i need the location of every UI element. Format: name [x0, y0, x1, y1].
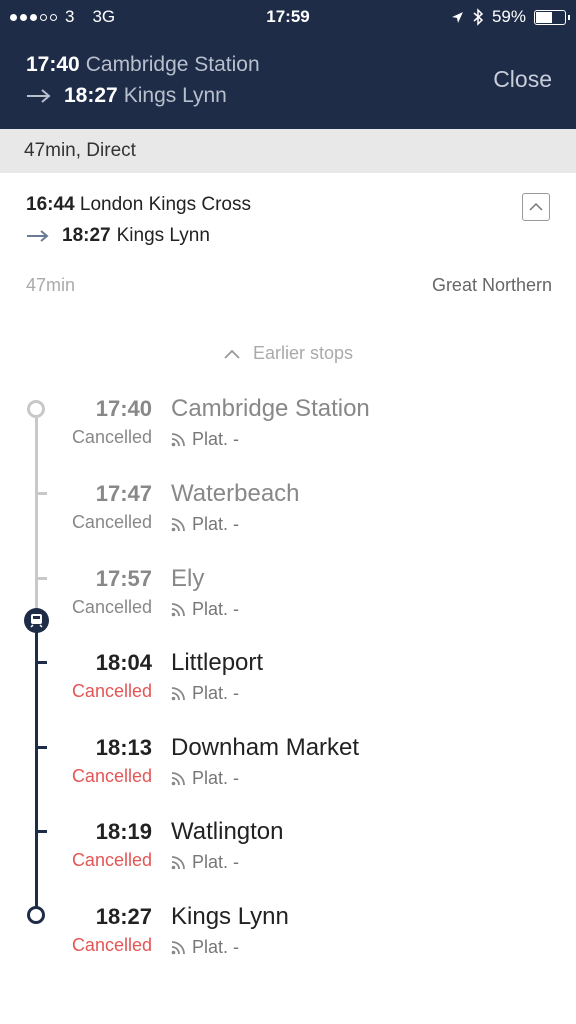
stop-platform: Plat. - [171, 768, 239, 789]
live-feed-icon [171, 603, 185, 617]
live-feed-icon [171, 772, 185, 786]
location-icon [452, 11, 463, 23]
stop-time: 17:47 [95, 481, 152, 506]
stop-row[interactable]: 17:47 Waterbeach Cancelled Plat. - [0, 480, 576, 561]
stop-status: Cancelled [71, 427, 152, 447]
platform-label: Plat. - [192, 429, 240, 449]
header-bar: 3 3G 17:59 59% 17:40 Cambridge Station 18… [0, 0, 576, 129]
platform-label: Plat. - [192, 683, 240, 703]
header-depart-time: 17:40 [26, 53, 80, 76]
status-bar: 3 3G 17:59 59% [0, 0, 576, 34]
train-operator: Great Northern [431, 275, 552, 295]
live-feed-icon [171, 518, 185, 532]
header-arrive-time: 18:27 [64, 84, 118, 107]
live-feed-icon [171, 856, 185, 870]
chevron-up-icon [224, 349, 240, 359]
stop-time: 18:19 [95, 819, 152, 844]
stop-row[interactable]: 17:57 Ely Cancelled Plat. - [0, 565, 576, 646]
stop-name: Ely [171, 565, 205, 592]
dest-station: Kings Lynn [116, 225, 210, 246]
stop-status: Cancelled [71, 597, 152, 617]
stop-platform: Plat. - [171, 937, 239, 958]
close-button[interactable]: Close [493, 66, 552, 93]
stop-row[interactable]: 18:13 Downham Market Cancelled Plat. - [0, 734, 576, 815]
stop-time: 18:27 [95, 904, 152, 929]
journey-origin: 16:44 London Kings Cross [26, 194, 251, 216]
chevron-up-icon [529, 202, 543, 211]
stop-name: Cambridge Station [171, 395, 370, 422]
earlier-stops-label: Earlier stops [252, 343, 354, 363]
stop-name: Waterbeach [171, 480, 300, 507]
stop-row[interactable]: 18:27 Kings Lynn Cancelled Plat. - [0, 903, 576, 984]
journey-destination: 18:27 Kings Lynn [26, 225, 210, 247]
live-feed-icon [171, 433, 185, 447]
arrow-right-icon [27, 89, 51, 103]
stop-name: Kings Lynn [171, 903, 289, 930]
live-feed-icon [171, 941, 185, 955]
stop-platform: Plat. - [171, 599, 239, 620]
stop-status: Cancelled [71, 850, 152, 870]
stop-name: Littleport [171, 649, 264, 676]
bluetooth-icon [473, 8, 484, 26]
stop-name: Downham Market [171, 734, 360, 761]
origin-time: 16:44 [26, 194, 75, 215]
stop-status: Cancelled [71, 512, 152, 532]
stop-row[interactable]: 18:04 Littleport Cancelled Plat. - [0, 649, 576, 730]
stop-platform: Plat. - [171, 683, 239, 704]
platform-label: Plat. - [192, 514, 240, 534]
stop-name: Watlington [171, 818, 284, 845]
stop-time: 18:04 [95, 650, 152, 675]
journey-summary: 47min, Direct [0, 129, 576, 173]
earlier-stops-toggle[interactable]: Earlier stops [0, 343, 576, 364]
collapse-button[interactable] [522, 193, 550, 221]
arrow-right-icon [27, 230, 49, 242]
stop-status: Cancelled [71, 681, 152, 701]
header-arrival: 18:27 Kings Lynn [26, 84, 227, 108]
stop-status: Cancelled [71, 766, 152, 786]
origin-station: London Kings Cross [79, 194, 251, 215]
platform-label: Plat. - [192, 937, 240, 957]
stop-status: Cancelled [71, 935, 152, 955]
header-arrive-station: Kings Lynn [123, 84, 227, 107]
stop-row[interactable]: 18:19 Watlington Cancelled Plat. - [0, 818, 576, 899]
battery-percent: 59% [491, 7, 526, 26]
stop-time: 17:57 [95, 566, 152, 591]
stop-time: 17:40 [95, 396, 152, 421]
live-feed-icon [171, 687, 185, 701]
battery-icon [534, 9, 570, 25]
journey-duration: 47min [26, 275, 76, 295]
header-depart-station: Cambridge Station [85, 53, 260, 76]
platform-label: Plat. - [192, 852, 240, 872]
stop-row[interactable]: 17:40 Cambridge Station Cancelled Plat. … [0, 395, 576, 476]
stop-platform: Plat. - [171, 852, 239, 873]
stop-time: 18:13 [95, 735, 152, 760]
platform-label: Plat. - [192, 599, 240, 619]
stop-platform: Plat. - [171, 429, 239, 450]
stop-platform: Plat. - [171, 514, 239, 535]
platform-label: Plat. - [192, 768, 240, 788]
header-departure: 17:40 Cambridge Station [26, 53, 260, 77]
dest-time: 18:27 [62, 225, 111, 246]
